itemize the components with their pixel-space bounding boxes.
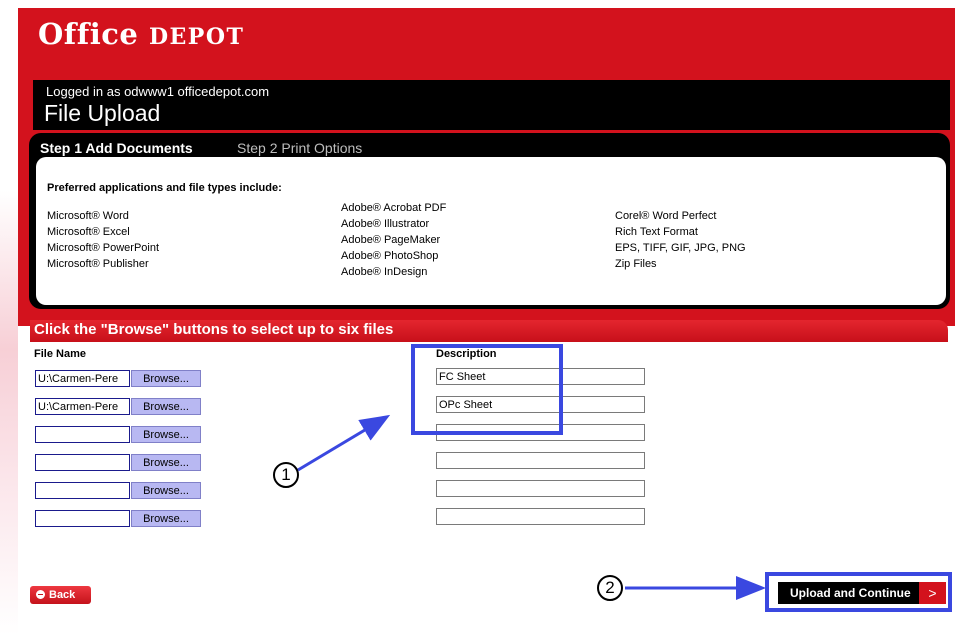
list-item: Adobe® Acrobat PDF (341, 202, 447, 214)
step-1-tab: Step 1 Add Documents (40, 140, 193, 156)
list-item: Adobe® InDesign (341, 266, 428, 278)
microsoft-apps-list: Microsoft® Word Microsoft® Excel Microso… (47, 208, 159, 272)
file-input-6[interactable] (35, 510, 130, 527)
description-highlight-box (411, 344, 563, 435)
file-input-4[interactable] (35, 454, 130, 471)
list-item: Zip Files (615, 258, 657, 270)
minus-icon (36, 590, 45, 599)
file-types-panel-body (36, 157, 946, 305)
browse-button-1[interactable]: Browse... (131, 370, 201, 387)
list-item: Microsoft® Excel (47, 226, 130, 238)
file-input-2[interactable] (35, 398, 130, 415)
file-input-3[interactable] (35, 426, 130, 443)
callout-2: 2 (597, 575, 623, 601)
list-item: Microsoft® PowerPoint (47, 242, 160, 254)
logo-secondary: DEPOT (148, 24, 245, 50)
logged-in-text: Logged in as odwww1 officedepot.com (46, 84, 270, 99)
left-decorative-strip (0, 0, 18, 635)
list-item: Corel® Word Perfect (615, 210, 717, 222)
upload-instructions-text: Click the "Browse" buttons to select up … (34, 321, 394, 338)
browse-button-4[interactable]: Browse... (131, 454, 201, 471)
preferred-types-heading: Preferred applications and file types in… (47, 182, 282, 194)
other-formats-list: Corel® Word Perfect Rich Text Format EPS… (615, 208, 746, 272)
logo-primary: Office (38, 17, 139, 51)
list-item: EPS, TIFF, GIF, JPG, PNG (615, 242, 746, 254)
description-input-5[interactable] (436, 480, 645, 497)
file-input-5[interactable] (35, 482, 130, 499)
list-item: Rich Text Format (615, 226, 698, 238)
browse-button-2[interactable]: Browse... (131, 398, 201, 415)
browse-button-5[interactable]: Browse... (131, 482, 201, 499)
list-item: Adobe® PhotoShop (341, 250, 439, 262)
list-item: Microsoft® Word (47, 210, 129, 222)
description-input-4[interactable] (436, 452, 645, 469)
chevron-right-icon[interactable]: > (919, 582, 946, 604)
list-item: Adobe® Illustrator (341, 218, 430, 230)
description-input-6[interactable] (436, 508, 645, 525)
list-item: Adobe® PageMaker (341, 234, 441, 246)
back-label: Back (49, 589, 76, 601)
callout-1: 1 (273, 462, 299, 488)
browse-button-3[interactable]: Browse... (131, 426, 201, 443)
back-button[interactable]: Back (30, 586, 91, 604)
arrow-to-description (297, 414, 391, 472)
file-input-1[interactable] (35, 370, 130, 387)
page-title: File Upload (44, 100, 161, 126)
office-depot-logo[interactable]: Office DEPOT (38, 17, 244, 51)
browse-button-6[interactable]: Browse... (131, 510, 201, 527)
step-2-tab: Step 2 Print Options (237, 140, 363, 156)
adobe-apps-list: Adobe® Acrobat PDF Adobe® Illustrator Ad… (341, 200, 446, 280)
file-name-header: File Name (34, 348, 86, 360)
list-item: Microsoft® Publisher (47, 258, 149, 270)
